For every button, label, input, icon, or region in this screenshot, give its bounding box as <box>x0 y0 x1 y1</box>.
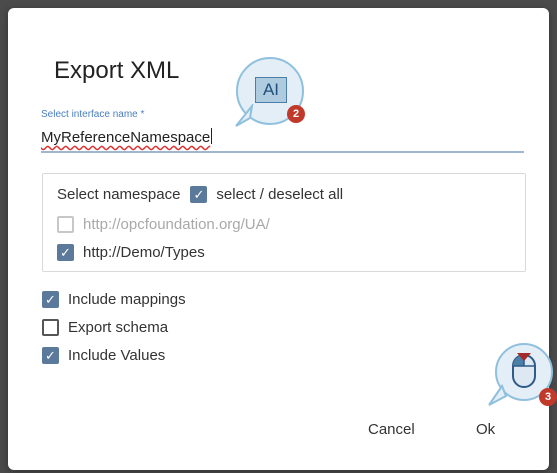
namespace-item-demo-types[interactable]: ✓ http://Demo/Types <box>57 244 205 261</box>
text-callout-tail <box>235 104 254 127</box>
select-namespace-row: Select namespace ✓ select / deselect all <box>57 186 343 203</box>
text-input-icon: AI <box>255 77 287 103</box>
include-values-checkbox[interactable]: ✓ <box>42 347 59 364</box>
interface-name-value: MyReferenceNamespace <box>41 129 211 146</box>
ok-button[interactable]: Ok <box>476 421 495 438</box>
namespace-label-demo-types: http://Demo/Types <box>83 244 205 261</box>
step-badge-3: 3 <box>539 388 557 406</box>
include-mappings-checkbox[interactable]: ✓ <box>42 291 59 308</box>
text-caret <box>211 128 213 144</box>
mouse-left-click-icon <box>512 353 536 388</box>
interface-name-label: Select interface name * <box>41 109 145 120</box>
export-schema-checkbox[interactable] <box>42 319 59 336</box>
interface-name-underline <box>41 151 524 153</box>
include-values-label: Include Values <box>68 347 166 364</box>
include-mappings-option[interactable]: ✓ Include mappings <box>42 291 186 308</box>
text-input-icon-label: AI <box>262 80 280 99</box>
select-all-checkbox[interactable]: ✓ <box>190 186 208 203</box>
namespace-section: Select namespace ✓ select / deselect all… <box>42 173 526 272</box>
namespace-item-opcfoundation[interactable]: http://opcfoundation.org/UA/ <box>57 216 270 233</box>
interface-name-input[interactable]: MyReferenceNamespace <box>41 128 213 146</box>
namespace-checkbox-opcfoundation[interactable] <box>57 216 74 233</box>
select-all-label: select / deselect all <box>216 186 344 203</box>
mouse-callout-tail <box>488 384 508 406</box>
dialog-title: Export XML <box>54 57 180 84</box>
include-values-option[interactable]: ✓ Include Values <box>42 347 165 364</box>
step-badge-2: 2 <box>287 105 305 123</box>
include-mappings-label: Include mappings <box>68 291 186 308</box>
cancel-button[interactable]: Cancel <box>368 421 415 438</box>
select-namespace-label: Select namespace <box>57 186 181 203</box>
namespace-checkbox-demo-types[interactable]: ✓ <box>57 244 74 261</box>
namespace-label-opcfoundation: http://opcfoundation.org/UA/ <box>83 216 270 233</box>
export-schema-option[interactable]: Export schema <box>42 319 168 336</box>
export-schema-label: Export schema <box>68 319 169 336</box>
